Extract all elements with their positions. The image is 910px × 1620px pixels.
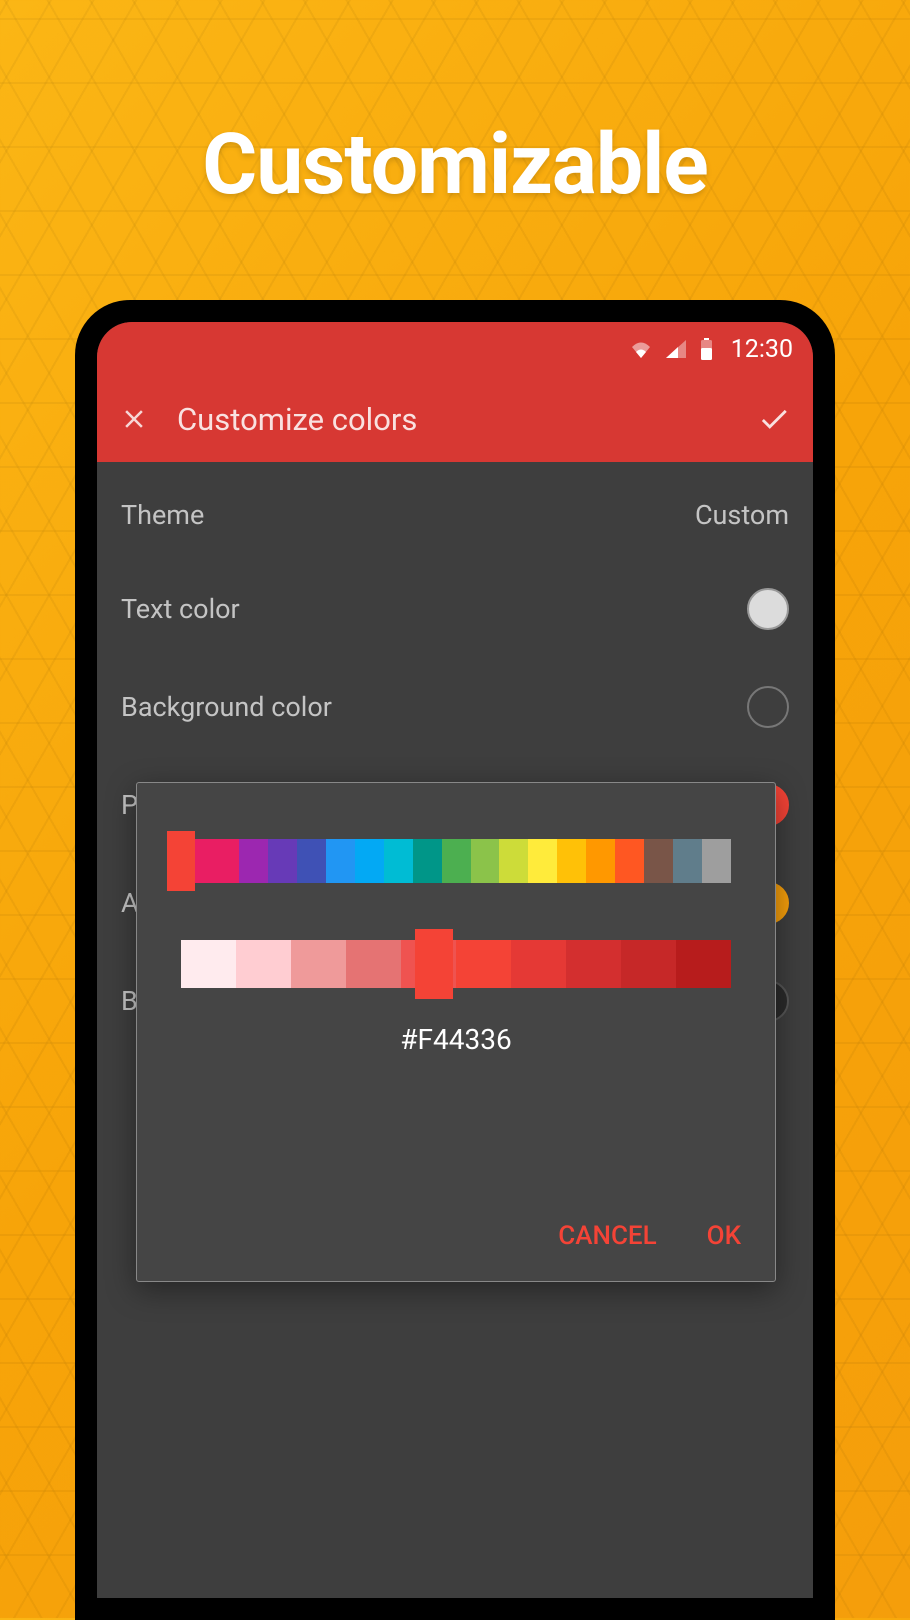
setting-background-color[interactable]: Background color — [97, 658, 813, 756]
shade-segment[interactable] — [346, 940, 401, 988]
setting-label: Background color — [121, 691, 332, 723]
shade-segment[interactable] — [456, 940, 511, 988]
hue-segment[interactable] — [210, 839, 239, 883]
hue-segment[interactable] — [442, 839, 471, 883]
wifi-icon — [630, 340, 652, 358]
hero-title: Customizable — [0, 115, 910, 214]
shade-segment[interactable] — [511, 940, 566, 988]
hue-segment[interactable] — [239, 839, 268, 883]
setting-theme[interactable]: Theme Custom — [97, 470, 813, 560]
close-icon[interactable] — [119, 404, 149, 434]
hue-segment[interactable] — [326, 839, 355, 883]
hue-segment[interactable] — [702, 839, 731, 883]
cancel-button[interactable]: CANCEL — [554, 1213, 660, 1259]
hue-segment[interactable] — [644, 839, 673, 883]
hue-segment[interactable] — [499, 839, 528, 883]
shade-segment[interactable] — [236, 940, 291, 988]
battery-icon — [700, 338, 713, 360]
hue-thumb[interactable] — [167, 831, 195, 891]
signal-icon — [666, 340, 686, 358]
hue-segment[interactable] — [673, 839, 702, 883]
status-time: 12:30 — [731, 335, 793, 364]
hue-segment[interactable] — [384, 839, 413, 883]
hue-segment[interactable] — [355, 839, 384, 883]
check-icon[interactable] — [757, 402, 791, 436]
dialog-actions: CANCEL OK — [554, 1213, 745, 1259]
hue-segment[interactable] — [268, 839, 297, 883]
shade-slider[interactable] — [167, 929, 745, 999]
status-bar: 12:30 — [97, 322, 813, 376]
shade-segment[interactable] — [676, 940, 731, 988]
shade-segment[interactable] — [566, 940, 621, 988]
color-swatch[interactable] — [747, 686, 789, 728]
ok-button[interactable]: OK — [703, 1213, 745, 1259]
color-picker-dialog: #F44336 CANCEL OK — [136, 782, 776, 1282]
color-swatch[interactable] — [747, 588, 789, 630]
hue-segment[interactable] — [528, 839, 557, 883]
setting-value: Custom — [695, 499, 789, 531]
app-bar: Customize colors — [97, 376, 813, 462]
setting-label: Text color — [121, 593, 240, 625]
phone-frame: 12:30 Customize colors Theme Custom Text… — [75, 300, 835, 1620]
phone-screen: 12:30 Customize colors Theme Custom Text… — [97, 322, 813, 1598]
hue-segment[interactable] — [297, 839, 326, 883]
hue-slider[interactable] — [167, 831, 745, 891]
shade-track — [181, 940, 731, 988]
hue-segment[interactable] — [413, 839, 442, 883]
setting-text-color[interactable]: Text color — [97, 560, 813, 658]
hex-value: #F44336 — [167, 1023, 745, 1056]
hue-segment[interactable] — [615, 839, 644, 883]
shade-segment[interactable] — [181, 940, 236, 988]
setting-label: Theme — [121, 499, 204, 531]
hue-segment[interactable] — [586, 839, 615, 883]
app-title: Customize colors — [177, 401, 757, 438]
shade-segment[interactable] — [291, 940, 346, 988]
hue-track — [181, 839, 731, 883]
shade-thumb[interactable] — [415, 929, 453, 999]
hue-segment[interactable] — [557, 839, 586, 883]
shade-segment[interactable] — [621, 940, 676, 988]
hue-segment[interactable] — [471, 839, 500, 883]
